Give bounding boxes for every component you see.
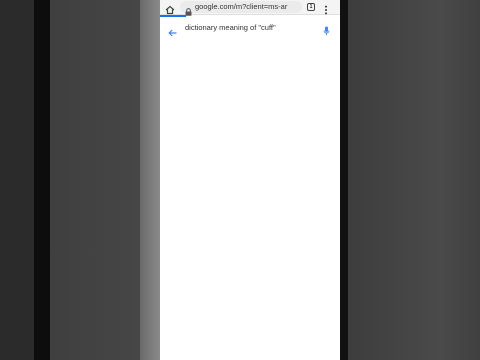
more-vert-icon[interactable] [324, 2, 328, 15]
video-frame: google.com/m?client=ms-ar 1 dictionary m… [0, 0, 480, 360]
home-icon[interactable] [165, 2, 175, 15]
page-load-progress [160, 15, 186, 17]
phone-screen: google.com/m?client=ms-ar 1 dictionary m… [160, 0, 340, 360]
mic-icon[interactable] [323, 23, 330, 36]
search-suggest-bar: dictionary meaning of "cuff" [160, 18, 340, 38]
lock-icon [185, 3, 192, 16]
url-text: google.com/m?client=ms-ar [195, 2, 288, 11]
tabs-icon[interactable]: 1 [307, 3, 315, 11]
phone-bezel [140, 0, 160, 360]
phone-bezel-right [340, 0, 480, 360]
back-arrow-icon[interactable] [168, 24, 177, 37]
browser-toolbar: google.com/m?client=ms-ar 1 [160, 0, 340, 16]
search-input[interactable]: dictionary meaning of "cuff" [185, 22, 276, 34]
address-bar[interactable]: google.com/m?client=ms-ar [180, 1, 302, 16]
